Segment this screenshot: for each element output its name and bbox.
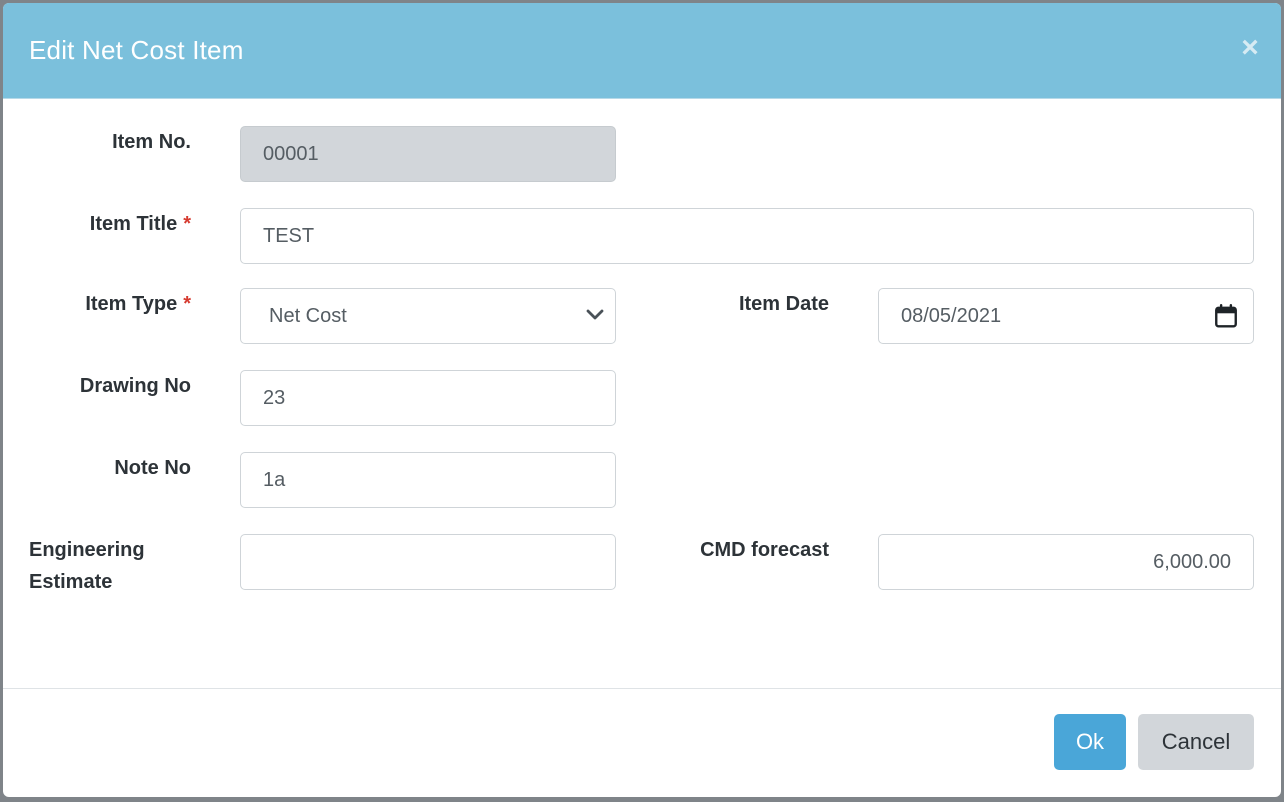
item-type-label-text: Item Type xyxy=(85,293,178,315)
note-no-label: Note No xyxy=(23,452,191,484)
cmd-forecast-label: CMD forecast xyxy=(643,534,829,566)
cancel-button[interactable]: Cancel xyxy=(1138,714,1254,770)
drawing-no-label-text: Drawing No xyxy=(79,375,191,397)
calendar-icon[interactable] xyxy=(1213,303,1239,329)
engineering-estimate-label-line2: Estimate xyxy=(29,571,113,593)
item-no-label: Item No. xyxy=(23,126,191,158)
cmd-forecast-input[interactable]: 6,000.00 xyxy=(878,534,1254,590)
drawing-no-value: 23 xyxy=(263,387,286,409)
chevron-down-icon xyxy=(586,309,604,320)
edit-net-cost-item-dialog: Edit Net Cost Item × Item No. 00001 Item… xyxy=(3,3,1281,797)
cmd-forecast-label-text: CMD forecast xyxy=(700,539,829,561)
item-title-label: Item Title * xyxy=(23,208,191,240)
engineering-estimate-label: Engineering Estimate xyxy=(29,534,197,598)
close-icon[interactable]: × xyxy=(1237,33,1263,63)
dialog-title: Edit Net Cost Item xyxy=(29,35,244,65)
item-no-field: 00001 xyxy=(240,126,616,182)
item-type-value: Net Cost xyxy=(269,305,347,327)
item-date-value: 08/05/2021 xyxy=(901,305,1002,327)
dialog-header: Edit Net Cost Item × xyxy=(3,3,1281,99)
item-date-label-text: Item Date xyxy=(738,293,829,315)
item-no-value: 00001 xyxy=(263,143,319,165)
item-no-label-text: Item No. xyxy=(112,131,191,153)
item-type-select[interactable]: Net Cost xyxy=(240,288,616,344)
note-no-input[interactable]: 1a xyxy=(240,452,616,508)
footer-divider xyxy=(3,688,1281,689)
item-date-input[interactable]: 08/05/2021 xyxy=(878,288,1254,344)
ok-button[interactable]: Ok xyxy=(1054,714,1126,770)
drawing-no-label: Drawing No xyxy=(23,370,191,402)
item-date-label: Item Date xyxy=(643,288,829,320)
engineering-estimate-input[interactable] xyxy=(240,534,616,590)
drawing-no-input[interactable]: 23 xyxy=(240,370,616,426)
note-no-value: 1a xyxy=(263,469,286,491)
required-mark: * xyxy=(183,213,191,235)
item-title-label-text: Item Title xyxy=(89,213,178,235)
item-title-input[interactable]: TEST xyxy=(240,208,1254,264)
item-type-label: Item Type * xyxy=(23,288,191,320)
note-no-label-text: Note No xyxy=(114,457,191,479)
cmd-forecast-value: 6,000.00 xyxy=(1153,551,1231,573)
item-title-value: TEST xyxy=(263,225,315,247)
required-mark: * xyxy=(183,293,191,315)
engineering-estimate-label-line1: Engineering xyxy=(29,539,145,561)
